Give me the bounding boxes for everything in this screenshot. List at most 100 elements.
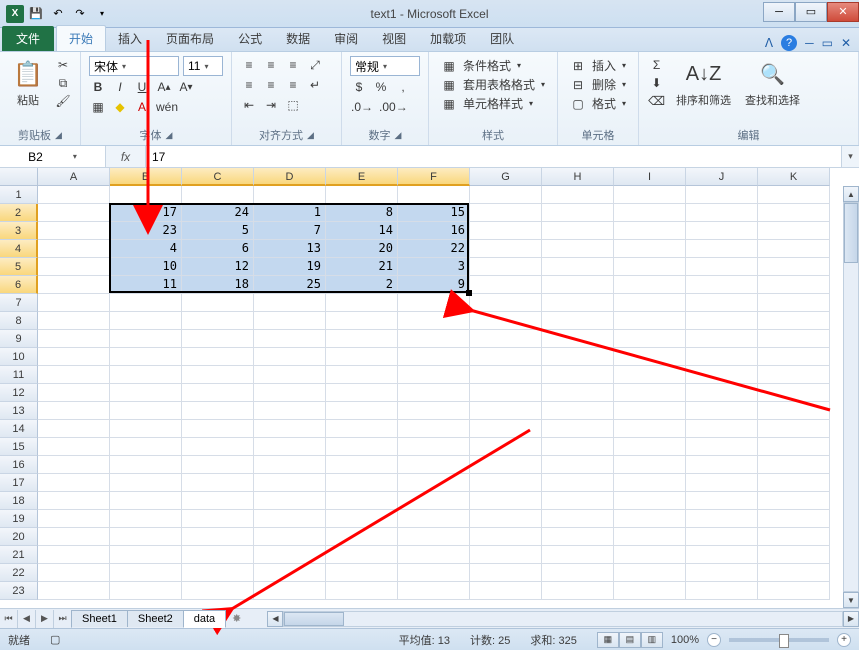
cell-D9[interactable] [254,330,326,348]
cell-D7[interactable] [254,294,326,312]
cell-D11[interactable] [254,366,326,384]
cell-G6[interactable] [470,276,542,294]
cell-E15[interactable] [326,438,398,456]
cell-J10[interactable] [686,348,758,366]
cell-K5[interactable] [758,258,830,276]
cell-J1[interactable] [686,186,758,204]
merge-icon[interactable]: ⬚ [284,96,302,114]
close-button[interactable]: ✕ [827,2,859,22]
cell-C21[interactable] [182,546,254,564]
cell-B2[interactable]: 17 [110,204,182,222]
bold-button[interactable]: B [89,78,107,96]
row-header-7[interactable]: 7 [0,294,38,312]
cell-C6[interactable]: 18 [182,276,254,294]
cell-D2[interactable]: 1 [254,204,326,222]
cell-I2[interactable] [614,204,686,222]
format-cells-button[interactable]: ▢格式▾ [566,94,630,113]
cell-J14[interactable] [686,420,758,438]
column-header-D[interactable]: D [254,168,326,186]
cell-C4[interactable]: 6 [182,240,254,258]
cell-H3[interactable] [542,222,614,240]
cell-D6[interactable]: 25 [254,276,326,294]
cell-F14[interactable] [398,420,470,438]
phonetic-icon[interactable]: wén [155,98,179,116]
cell-A12[interactable] [38,384,110,402]
conditional-format-button[interactable]: ▦条件格式▾ [437,56,549,75]
cell-E6[interactable]: 2 [326,276,398,294]
cell-A15[interactable] [38,438,110,456]
cell-D23[interactable] [254,582,326,600]
sheet-nav-first-icon[interactable]: ⏮ [0,610,18,628]
cell-E8[interactable] [326,312,398,330]
cell-H2[interactable] [542,204,614,222]
zoom-in-icon[interactable]: + [837,633,851,647]
formula-expand-icon[interactable]: ▾ [841,146,859,167]
cell-F20[interactable] [398,528,470,546]
cell-E10[interactable] [326,348,398,366]
cell-I12[interactable] [614,384,686,402]
row-header-2[interactable]: 2 [0,204,38,222]
row-header-12[interactable]: 12 [0,384,38,402]
team-tab[interactable]: 团队 [478,26,526,51]
paste-button[interactable]: 📋 粘贴 [8,56,48,110]
cell-H6[interactable] [542,276,614,294]
row-header-21[interactable]: 21 [0,546,38,564]
cell-G3[interactable] [470,222,542,240]
cell-E22[interactable] [326,564,398,582]
sheet-nav-next-icon[interactable]: ▶ [36,610,54,628]
row-header-6[interactable]: 6 [0,276,38,294]
cell-B4[interactable]: 4 [110,240,182,258]
qat-dropdown-icon[interactable]: ▾ [92,4,112,24]
cell-I21[interactable] [614,546,686,564]
cell-G23[interactable] [470,582,542,600]
cell-A10[interactable] [38,348,110,366]
cell-C7[interactable] [182,294,254,312]
cell-E17[interactable] [326,474,398,492]
increase-indent-icon[interactable]: ⇥ [262,96,280,114]
doc-minimize-icon[interactable]: ─ [805,36,814,50]
addins-tab[interactable]: 加载项 [418,26,478,51]
cell-A11[interactable] [38,366,110,384]
cell-H11[interactable] [542,366,614,384]
fill-handle[interactable] [466,290,472,296]
cell-E12[interactable] [326,384,398,402]
cell-J3[interactable] [686,222,758,240]
alignment-launcher-icon[interactable]: ◢ [307,130,314,141]
cell-F12[interactable] [398,384,470,402]
cell-K7[interactable] [758,294,830,312]
cell-C12[interactable] [182,384,254,402]
cell-E4[interactable]: 20 [326,240,398,258]
cell-D19[interactable] [254,510,326,528]
page-layout-tab[interactable]: 页面布局 [154,26,226,51]
cell-A9[interactable] [38,330,110,348]
row-header-22[interactable]: 22 [0,564,38,582]
help-icon[interactable]: ? [781,35,797,51]
cell-B5[interactable]: 10 [110,258,182,276]
cell-K12[interactable] [758,384,830,402]
cell-B22[interactable] [110,564,182,582]
cell-C2[interactable]: 24 [182,204,254,222]
row-header-10[interactable]: 10 [0,348,38,366]
maximize-button[interactable]: ▭ [795,2,827,22]
cell-F3[interactable]: 16 [398,222,470,240]
cell-K14[interactable] [758,420,830,438]
cell-K2[interactable] [758,204,830,222]
cell-B18[interactable] [110,492,182,510]
cell-B14[interactable] [110,420,182,438]
cell-A16[interactable] [38,456,110,474]
cell-B11[interactable] [110,366,182,384]
wrap-text-icon[interactable]: ↵ [306,76,324,94]
formulas-tab[interactable]: 公式 [226,26,274,51]
cell-G13[interactable] [470,402,542,420]
fx-icon[interactable]: fx [106,146,146,167]
cell-G10[interactable] [470,348,542,366]
cut-icon[interactable]: ✂ [54,56,72,74]
cell-G1[interactable] [470,186,542,204]
cell-E2[interactable]: 8 [326,204,398,222]
row-header-13[interactable]: 13 [0,402,38,420]
doc-restore-icon[interactable]: ▭ [822,36,833,50]
font-name-combo[interactable]: 宋体▾ [89,56,179,76]
cell-G19[interactable] [470,510,542,528]
cell-A17[interactable] [38,474,110,492]
scroll-left-icon[interactable]: ◀ [267,611,283,627]
